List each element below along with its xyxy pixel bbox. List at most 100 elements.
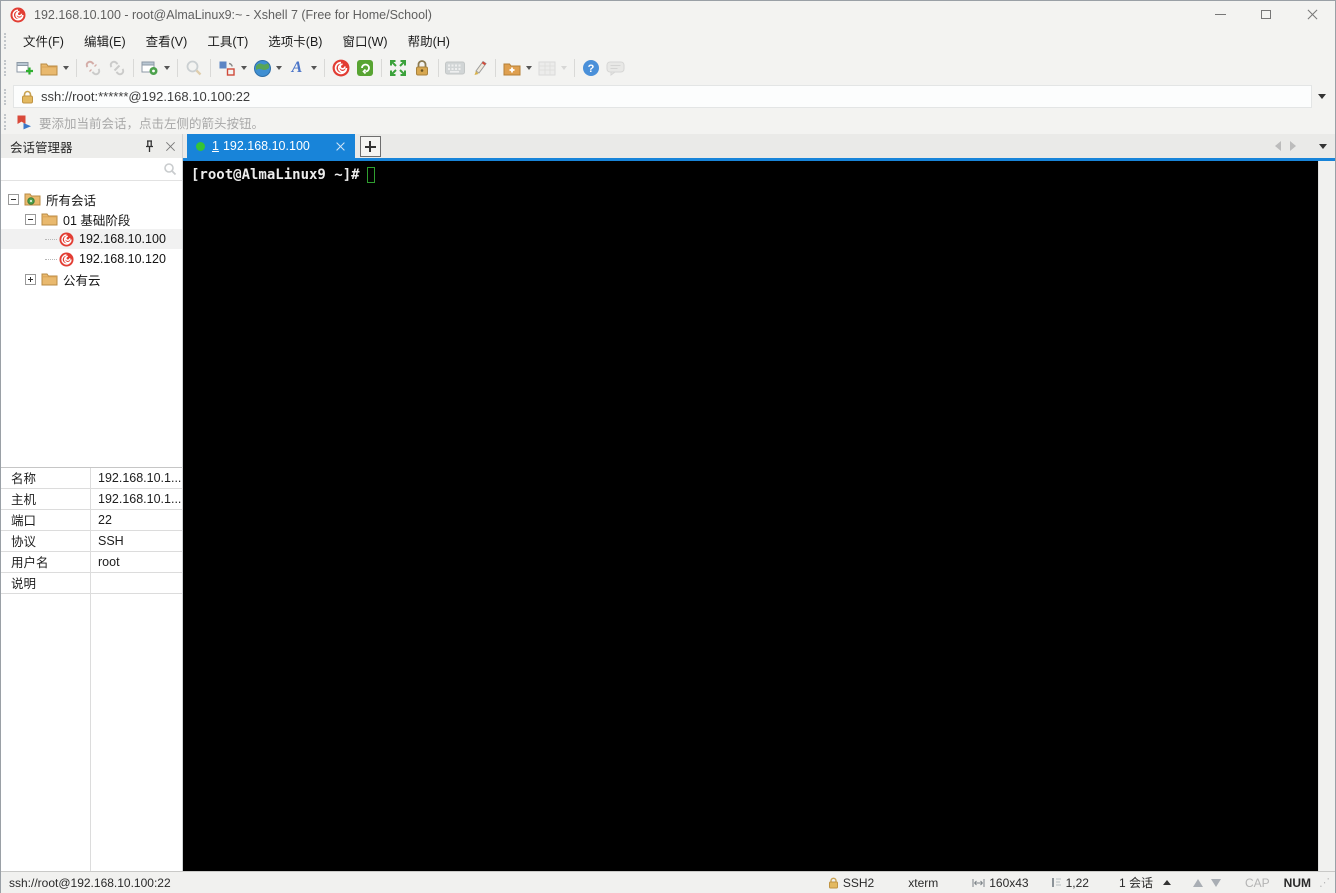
new-session-folder-button[interactable]	[500, 56, 524, 80]
expand-expander-icon[interactable]	[25, 273, 36, 285]
new-session-folder-caret-icon[interactable]	[526, 66, 532, 70]
status-session-count[interactable]: 1 会话	[1119, 874, 1153, 891]
layout-button[interactable]	[215, 56, 239, 80]
session-search-input[interactable]	[6, 162, 163, 176]
tree-item-folder-01[interactable]: 01 基础阶段	[1, 209, 182, 229]
info-bar: 要添加当前会话，点击左侧的箭头按钮。	[1, 110, 1335, 134]
collapse-expander-icon[interactable]	[8, 193, 19, 205]
font-icon: A	[291, 59, 303, 76]
property-label: 端口	[1, 509, 91, 530]
toolbar-separator	[133, 59, 134, 77]
address-input[interactable]	[41, 89, 1304, 104]
xftp-button[interactable]	[353, 56, 377, 80]
scroll-up-icon[interactable]	[1192, 878, 1203, 887]
grid-icon	[538, 61, 556, 76]
encoding-dropdown-caret-icon[interactable]	[276, 66, 282, 70]
property-label: 用户名	[1, 551, 91, 572]
tree-item-session-120[interactable]: 192.168.10.120	[1, 249, 182, 269]
session-search-box[interactable]	[1, 158, 182, 181]
font-dropdown-caret-icon[interactable]	[311, 66, 317, 70]
menubar-grip-handle[interactable]	[4, 32, 8, 49]
new-xshell-window-button[interactable]	[329, 56, 353, 80]
property-label: 协议	[1, 530, 91, 551]
new-tab-button[interactable]	[359, 135, 381, 157]
session-list-caret-icon[interactable]	[1162, 880, 1171, 885]
menu-tools[interactable]: 工具(T)	[197, 28, 258, 53]
status-lock-icon	[828, 877, 839, 889]
address-dropdown-caret-icon[interactable]	[1318, 94, 1326, 99]
num-lock-indicator: NUM	[1283, 875, 1311, 890]
address-field[interactable]	[13, 85, 1312, 108]
menu-bar: 文件(F) 编辑(E) 查看(V) 工具(T) 选项卡(B) 窗口(W) 帮助(…	[1, 28, 1335, 53]
highlight-button[interactable]	[467, 56, 491, 80]
menu-tabs[interactable]: 选项卡(B)	[258, 28, 332, 53]
status-terminal-type[interactable]: xterm	[908, 876, 938, 890]
compose-grid-button[interactable]	[535, 56, 559, 80]
search-icon	[185, 59, 203, 77]
svg-text:?: ?	[588, 63, 595, 75]
maximize-button[interactable]	[1243, 1, 1289, 28]
keyboard-icon	[445, 61, 465, 75]
property-value: 22	[98, 512, 112, 527]
minimize-button[interactable]	[1197, 1, 1243, 28]
collapse-expander-icon[interactable]	[25, 213, 36, 225]
disconnect-button[interactable]	[81, 56, 105, 80]
tab-scroll-left-icon[interactable]	[1275, 141, 1281, 151]
reconnect-button[interactable]	[105, 56, 129, 80]
menu-help[interactable]: 帮助(H)	[398, 28, 460, 53]
xshell-session-icon	[59, 251, 74, 267]
tab-scroll-right-icon[interactable]	[1290, 141, 1296, 151]
resize-grip-icon[interactable]: ⋰	[1319, 876, 1330, 889]
menu-file[interactable]: 文件(F)	[13, 28, 74, 53]
help-icon: ?	[582, 59, 600, 77]
flag-arrow-icon	[15, 115, 32, 130]
terminal-scrollbar[interactable]	[1318, 161, 1335, 871]
window-gear-icon	[141, 59, 159, 77]
close-button[interactable]	[1289, 1, 1335, 28]
tree-item-all-sessions[interactable]: 所有会话	[1, 189, 182, 209]
new-session-icon	[16, 59, 34, 77]
tab-session-active[interactable]: 1 192.168.10.100	[187, 134, 355, 158]
panel-close-icon[interactable]	[166, 141, 176, 151]
fullscreen-button[interactable]	[386, 56, 410, 80]
tree-item-folder-cloud[interactable]: 公有云	[1, 269, 182, 289]
session-tree: 所有会话 01 基础阶段 192.168.10.100 192.168.10.1…	[1, 181, 182, 467]
compose-grid-caret-icon[interactable]	[561, 66, 567, 70]
toolbar-grip-handle[interactable]	[4, 60, 8, 76]
menu-edit[interactable]: 编辑(E)	[74, 28, 136, 53]
infobar-grip-handle[interactable]	[4, 114, 8, 130]
find-button[interactable]	[182, 56, 206, 80]
property-label: 主机	[1, 488, 91, 509]
property-row-name: 名称 192.168.10.1...	[1, 467, 182, 489]
property-row-port: 端口 22	[1, 509, 182, 531]
open-dropdown-caret-icon[interactable]	[63, 66, 69, 70]
folder-plus-icon	[503, 61, 521, 76]
status-protocol: SSH2	[842, 875, 875, 890]
lock-icon	[414, 59, 430, 77]
cursor-position-icon	[1051, 877, 1062, 888]
new-session-button[interactable]	[13, 56, 37, 80]
status-connection-url: ssh://root@192.168.10.100:22	[9, 875, 171, 890]
encoding-button[interactable]	[250, 56, 274, 80]
toolbar-separator	[495, 59, 496, 77]
tab-list-caret-icon[interactable]	[1319, 143, 1327, 149]
lock-screen-button[interactable]	[410, 56, 434, 80]
tab-close-icon[interactable]	[336, 142, 345, 151]
pin-icon[interactable]	[144, 139, 155, 153]
menu-view[interactable]: 查看(V)	[136, 28, 198, 53]
scroll-down-icon[interactable]	[1210, 878, 1221, 887]
tree-item-session-100[interactable]: 192.168.10.100	[1, 229, 182, 249]
virtual-keyboard-button[interactable]	[443, 56, 467, 80]
terminal-screen[interactable]: [root@AlmaLinux9 ~]#	[183, 161, 1335, 871]
session-manager-panel: 会话管理器 所有会话 01 基础阶段 192.168.10.100 192.16…	[1, 134, 183, 871]
layout-dropdown-caret-icon[interactable]	[241, 66, 247, 70]
font-button[interactable]: A	[285, 56, 309, 80]
help-button[interactable]: ?	[579, 56, 603, 80]
open-button[interactable]	[37, 56, 61, 80]
tab-properties-dropdown-caret-icon[interactable]	[164, 66, 170, 70]
feedback-button[interactable]	[603, 56, 627, 80]
addressbar-grip-handle[interactable]	[4, 88, 8, 105]
globe-icon	[253, 59, 272, 78]
menu-window[interactable]: 窗口(W)	[332, 28, 397, 53]
tab-properties-button[interactable]	[138, 56, 162, 80]
